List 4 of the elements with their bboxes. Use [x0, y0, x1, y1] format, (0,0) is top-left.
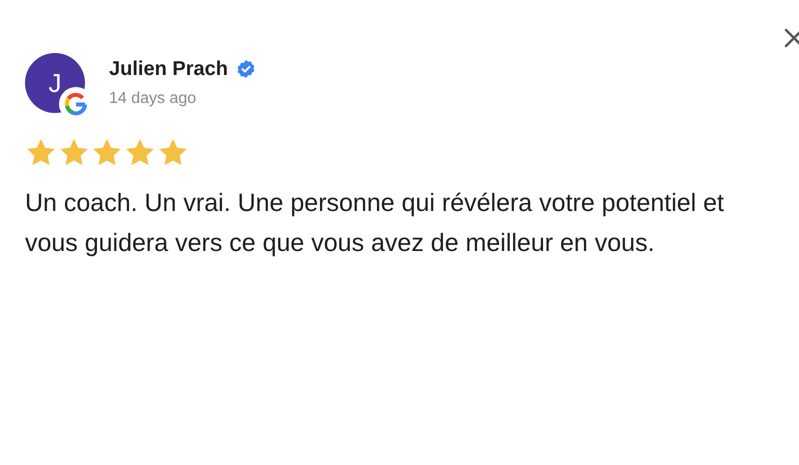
- close-icon[interactable]: [783, 27, 799, 49]
- reviewer-name: Julien Prach: [109, 57, 228, 81]
- review-text: Un coach. Un vrai. Une personne qui révélera votre potentiel et vous guidera vers ce que vous avez de meilleur en vous.: [25, 188, 725, 259]
- review-time: 14 days ago: [109, 89, 198, 109]
